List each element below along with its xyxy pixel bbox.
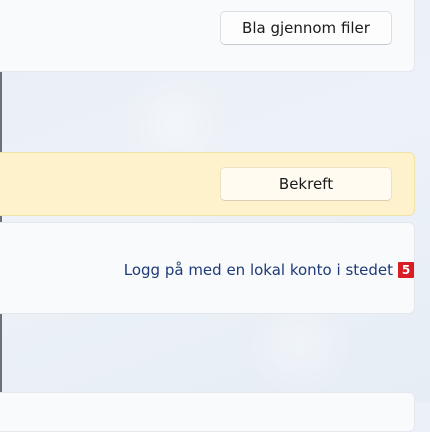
background-glow [265,310,335,380]
bottom-card [0,392,415,432]
browse-files-button[interactable]: Bla gjennom filer [220,11,392,45]
files-card: Bla gjennom filer [0,0,415,72]
warning-card: Bekreft [0,152,415,216]
local-account-link[interactable]: Logg på med en lokal konto i stedet [124,261,393,279]
step-badge: 5 [398,262,414,278]
local-account-card: Logg på med en lokal konto i stedet 5 [0,222,415,314]
confirm-button[interactable]: Bekreft [220,167,392,201]
